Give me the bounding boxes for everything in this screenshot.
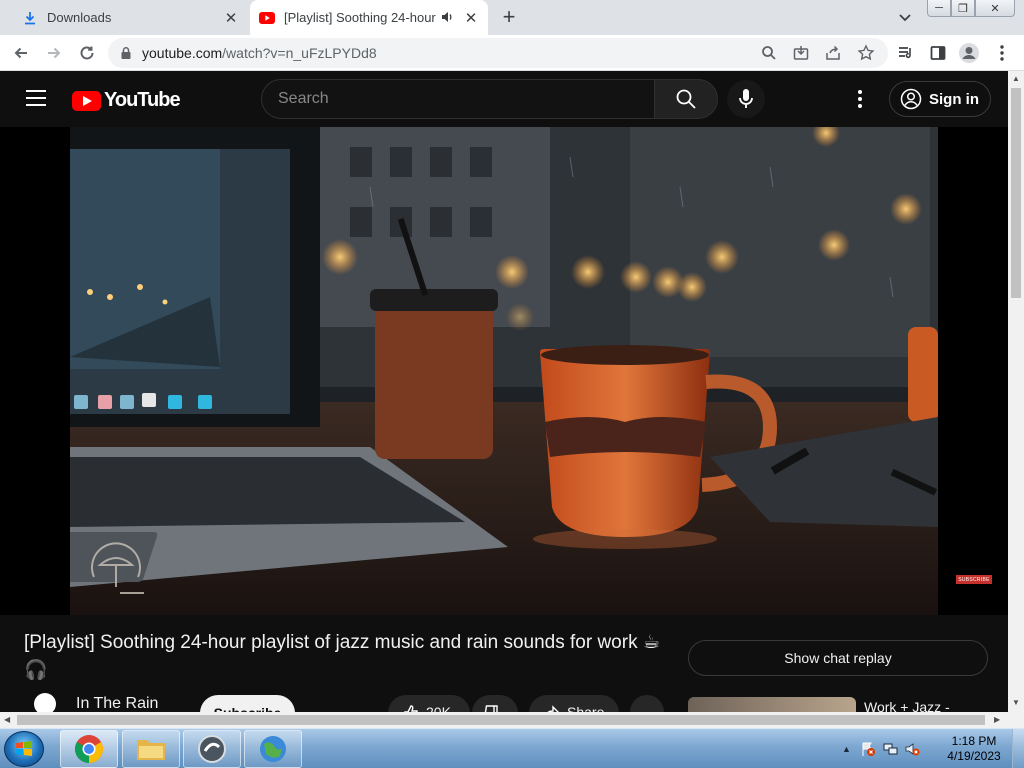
url-host: youtube.com [142, 45, 223, 61]
sign-in-button[interactable]: Sign in [889, 81, 991, 117]
lock-icon[interactable] [119, 46, 133, 60]
windows-taskbar: ▲ 1:18 PM 4/19/2023 [0, 728, 1024, 768]
youtube-icon [259, 10, 275, 26]
show-hidden-icons-icon[interactable]: ▲ [842, 744, 851, 754]
settings-more-icon[interactable] [850, 87, 870, 111]
tab-downloads[interactable]: Downloads ✕ [8, 0, 248, 35]
new-tab-button[interactable]: + [498, 4, 520, 29]
tab-youtube[interactable]: [Playlist] Soothing 24-hour p ✕ [250, 0, 488, 35]
youtube-play-icon [72, 90, 101, 111]
scroll-down-icon[interactable]: ▼ [1012, 698, 1020, 707]
back-button[interactable] [9, 41, 33, 65]
address-bar[interactable]: youtube.com/watch?v=n_uFzLPYDd8 [108, 38, 888, 68]
reload-button[interactable] [75, 41, 99, 65]
taskbar-explorer[interactable] [122, 730, 180, 768]
voice-search-button[interactable] [727, 80, 765, 118]
video-frame[interactable] [70, 127, 938, 615]
minimize-button[interactable]: ─ [927, 0, 951, 17]
volume-muted-icon[interactable] [904, 741, 920, 757]
scroll-right-icon[interactable]: ▶ [994, 715, 1000, 724]
menu-icon[interactable] [26, 90, 46, 106]
download-icon [22, 10, 38, 26]
app-icon [198, 735, 226, 763]
window-controls: ─ ❐ ✕ [927, 0, 1015, 17]
tab-title: [Playlist] Soothing 24-hour p [284, 10, 440, 25]
next-video-title[interactable]: Work + Jazz - [864, 699, 950, 712]
video-title: [Playlist] Soothing 24-hour playlist of … [24, 632, 660, 681]
chrome-icon [75, 735, 103, 763]
taskbar-chrome[interactable] [60, 730, 118, 768]
scrollbar-thumb[interactable] [17, 715, 985, 725]
search-box[interactable] [261, 79, 655, 119]
logo-text: YouTube [104, 89, 181, 111]
scrollbar-thumb[interactable] [1011, 88, 1021, 298]
chrome-menu-icon[interactable] [990, 41, 1014, 65]
chevron-down-icon[interactable] [896, 8, 914, 26]
search-icon[interactable] [760, 44, 778, 62]
like-button[interactable]: 20K [388, 695, 470, 712]
subscribe-button[interactable]: Subscribe [200, 695, 295, 712]
like-count: 20K [426, 704, 451, 712]
profile-avatar-icon[interactable] [957, 41, 981, 65]
vertical-scrollbar[interactable]: ▲ ▼ [1008, 71, 1024, 712]
channel-avatar[interactable] [34, 693, 56, 712]
account-icon [900, 88, 922, 110]
share-button[interactable]: Share [529, 695, 619, 712]
search-button[interactable] [654, 79, 718, 119]
windows-logo-icon [16, 741, 32, 756]
browser-tabstrip: Downloads ✕ [Playlist] Soothing 24-hour … [0, 0, 1024, 35]
show-desktop-button[interactable] [1012, 729, 1024, 768]
close-icon[interactable]: ✕ [462, 9, 480, 27]
share-label: Share [567, 704, 605, 712]
speaker-icon[interactable] [440, 10, 456, 26]
video-player[interactable]: SUBSCRIBE [0, 127, 1008, 615]
microphone-icon [739, 89, 753, 108]
start-button[interactable] [4, 731, 44, 767]
share-arrow-icon [547, 705, 559, 712]
clock[interactable]: 1:18 PM 4/19/2023 [944, 734, 1004, 764]
taskbar-app[interactable] [183, 730, 241, 768]
media-control-icon[interactable] [894, 41, 918, 65]
more-actions-button[interactable] [630, 695, 664, 712]
thumbs-up-icon [404, 705, 418, 712]
url-text: youtube.com/watch?v=n_uFzLPYDd8 [142, 45, 377, 61]
side-panel-icon[interactable] [926, 41, 950, 65]
restore-button[interactable]: ❐ [951, 0, 975, 17]
video-info: [Playlist] Soothing 24-hour playlist of … [0, 615, 1008, 712]
globe-icon [260, 736, 286, 762]
tab-title: Downloads [47, 10, 112, 25]
taskbar-network-app[interactable] [244, 730, 302, 768]
network-icon[interactable] [882, 741, 898, 757]
clock-time: 1:18 PM [951, 734, 997, 748]
close-icon[interactable]: ✕ [222, 9, 240, 27]
url-path: /watch?v=n_uFzLPYDd8 [222, 45, 377, 61]
youtube-logo[interactable]: YouTube [72, 89, 181, 112]
clock-date: 4/19/2023 [947, 749, 1001, 763]
forward-button[interactable] [42, 41, 66, 65]
scroll-up-icon[interactable]: ▲ [1012, 74, 1020, 83]
youtube-header: YouTube Sign in [0, 71, 1008, 127]
close-window-button[interactable]: ✕ [975, 0, 1015, 17]
browser-toolbar: youtube.com/watch?v=n_uFzLPYDd8 [0, 35, 1024, 71]
horizontal-scrollbar[interactable]: ◀ ▶ [0, 712, 1024, 728]
folder-icon [137, 740, 165, 760]
system-tray: ▲ [842, 729, 920, 768]
bookmark-star-icon[interactable] [857, 44, 875, 62]
video-scene-image [70, 127, 938, 615]
dislike-button[interactable] [472, 695, 518, 712]
subscribe-watermark[interactable]: SUBSCRIBE [956, 575, 992, 584]
search-input[interactable] [262, 80, 654, 118]
next-video-thumbnail[interactable] [688, 697, 856, 712]
youtube-page: YouTube Sign in [0, 71, 1008, 712]
channel-name[interactable]: In The Rain [76, 695, 158, 712]
scroll-left-icon[interactable]: ◀ [4, 715, 10, 724]
show-chat-replay-button[interactable]: Show chat replay [688, 640, 988, 676]
install-app-icon[interactable] [792, 44, 810, 62]
action-center-flag-icon[interactable] [860, 741, 876, 757]
thumbs-down-icon [484, 705, 498, 712]
search-icon [676, 89, 696, 109]
share-icon[interactable] [824, 44, 842, 62]
sign-in-label: Sign in [929, 90, 979, 108]
